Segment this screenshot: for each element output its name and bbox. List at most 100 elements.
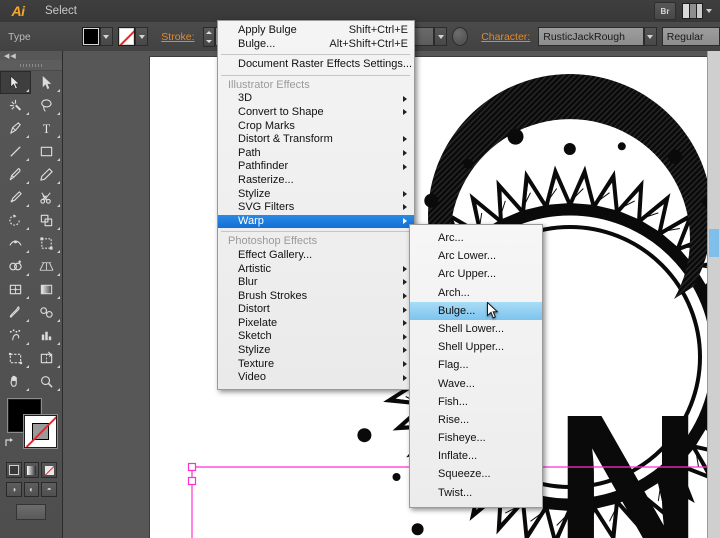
warp-item-arc-upper[interactable]: Arc Upper... [410,265,542,283]
menu-item-path[interactable]: Path [218,147,414,161]
pencil-tool[interactable] [31,163,62,186]
font-style-field[interactable]: Regular [661,27,720,46]
menu-item-pathfinder[interactable]: Pathfinder [218,160,414,174]
line-segment-tool[interactable] [0,140,31,163]
bridge-icon[interactable]: Br [654,2,676,20]
warp-item-bulge[interactable]: Bulge... [410,301,542,320]
paintbrush-tool[interactable] [0,163,31,186]
menu-item-effect-gallery[interactable]: Effect Gallery... [218,249,414,263]
menu-item-warp[interactable]: Warp [218,214,414,229]
type-tool[interactable]: T [31,117,62,140]
menu-separator [221,74,410,76]
submenu-arrow-icon [403,374,407,381]
width-warp-tool[interactable] [0,232,31,255]
fill-color-swatch[interactable] [82,27,100,46]
menu-item-pixelate[interactable]: Pixelate [218,317,414,331]
draw-normal-icon[interactable]: ◑ [6,482,22,497]
character-label[interactable]: Character: [473,31,538,43]
menu-item-distort-transform[interactable]: Distort & Transform [218,133,414,147]
menu-item-stylize[interactable]: Stylize [218,344,414,358]
warp-item-shell-upper[interactable]: Shell Upper... [410,338,542,356]
blob-brush-tool[interactable] [0,186,31,209]
direct-selection-tool[interactable] [31,71,62,94]
stroke-weight-label[interactable]: Stroke: [153,31,202,43]
stroke-dropdown-icon[interactable] [135,27,149,46]
lasso-tool[interactable] [31,94,62,117]
zoom-tool[interactable] [31,370,62,393]
stroke-color-indicator[interactable] [24,415,57,448]
menu-item-distort[interactable]: Distort [218,303,414,317]
font-family-dropdown-icon[interactable] [643,27,657,46]
vertical-scrollbar[interactable] [707,51,720,538]
hand-tool[interactable] [0,370,31,393]
warp-item-shell-lower[interactable]: Shell Lower... [410,320,542,338]
warp-item-rise[interactable]: Rise... [410,411,542,429]
menu-item-3d[interactable]: 3D [218,92,414,106]
column-graph-tool[interactable] [31,324,62,347]
warp-item-flag[interactable]: Flag... [410,356,542,374]
font-family-field[interactable]: RusticJackRough [538,27,644,46]
free-transform-tool[interactable] [31,232,62,255]
pen-tool[interactable] [0,117,31,140]
artboard-tool[interactable] [0,347,31,370]
menu-item-apply-bulge[interactable]: Apply Bulge Shift+Ctrl+E [218,24,414,38]
tools-panel-collapse-handle[interactable]: ◀◀ [0,51,62,60]
menu-item-brush-strokes[interactable]: Brush Strokes [218,290,414,304]
stroke-weight-stepper[interactable] [202,26,215,47]
stroke-color-swatch[interactable] [117,27,136,46]
selection-tool[interactable] [0,71,31,94]
recolor-artwork-icon[interactable] [452,27,469,46]
warp-item-inflate[interactable]: Inflate... [410,447,542,465]
draw-behind-icon[interactable]: ◐ [23,482,40,497]
menu-item-label: Stylize [238,187,271,200]
opacity-dropdown-icon[interactable] [434,27,448,46]
warp-item-twist[interactable]: Twist... [410,484,542,502]
tools-panel-titlebar[interactable] [0,60,62,71]
menu-item-crop-marks[interactable]: Crop Marks [218,120,414,134]
menu-item-video[interactable]: Video [218,371,414,385]
eyedropper-tool[interactable] [0,301,31,324]
slice-tool[interactable] [31,347,62,370]
effect-menu-dropdown[interactable]: Apply Bulge Shift+Ctrl+E Bulge... Alt+Shift… [217,20,415,390]
warp-submenu[interactable]: Arc... Arc Lower... Arc Upper... Arch... Bul… [409,224,543,508]
shape-builder-tool[interactable] [0,255,31,278]
gradient-tool[interactable] [31,278,62,301]
menu-item-texture[interactable]: Texture [218,358,414,372]
scrollbar-thumb[interactable] [709,229,719,257]
none-button[interactable] [41,462,58,478]
screen-mode-button[interactable] [16,504,46,520]
menu-item-stylize[interactable]: Stylize [218,188,414,202]
warp-item-squeeze[interactable]: Squeeze... [410,465,542,483]
mesh-tool[interactable] [0,278,31,301]
scale-reflect-tool[interactable] [31,209,62,232]
swap-fill-stroke-icon[interactable] [4,437,15,448]
warp-item-wave[interactable]: Wave... [410,375,542,393]
eraser-scissors-tool[interactable] [31,186,62,209]
menu-item-rasterize[interactable]: Rasterize... [218,174,414,188]
menu-item-bulge[interactable]: Bulge... Alt+Shift+Ctrl+E [218,38,414,52]
workspace-switcher-button[interactable] [682,3,712,19]
blend-tool[interactable] [31,301,62,324]
rectangle-tool[interactable] [31,140,62,163]
menu-item-document-raster-effects-settings[interactable]: Document Raster Effects Settings... [218,58,414,72]
warp-item-arch[interactable]: Arch... [410,284,542,302]
gradient-button[interactable] [23,462,40,478]
menu-item-sketch[interactable]: Sketch [218,330,414,344]
warp-item-fish[interactable]: Fish... [410,393,542,411]
magic-wand-tool[interactable] [0,94,31,117]
fill-dropdown-icon[interactable] [99,27,113,46]
submenu-arrow-icon [403,279,407,286]
draw-inside-icon[interactable]: ◓ [41,482,58,497]
warp-item-fisheye[interactable]: Fisheye... [410,429,542,447]
rotate-tool[interactable] [0,209,31,232]
menu-item-blur[interactable]: Blur [218,276,414,290]
menu-item-convert-to-shape[interactable]: Convert to Shape [218,106,414,120]
menu-item-svg-filters[interactable]: SVG Filters [218,201,414,215]
menu-select[interactable]: Select [36,0,95,22]
menu-item-artistic[interactable]: Artistic [218,263,414,277]
color-button[interactable] [6,462,22,478]
warp-item-arc-lower[interactable]: Arc Lower... [410,247,542,265]
symbol-sprayer-tool[interactable] [0,324,31,347]
perspective-grid-tool[interactable] [31,255,62,278]
warp-item-arc[interactable]: Arc... [410,229,542,247]
